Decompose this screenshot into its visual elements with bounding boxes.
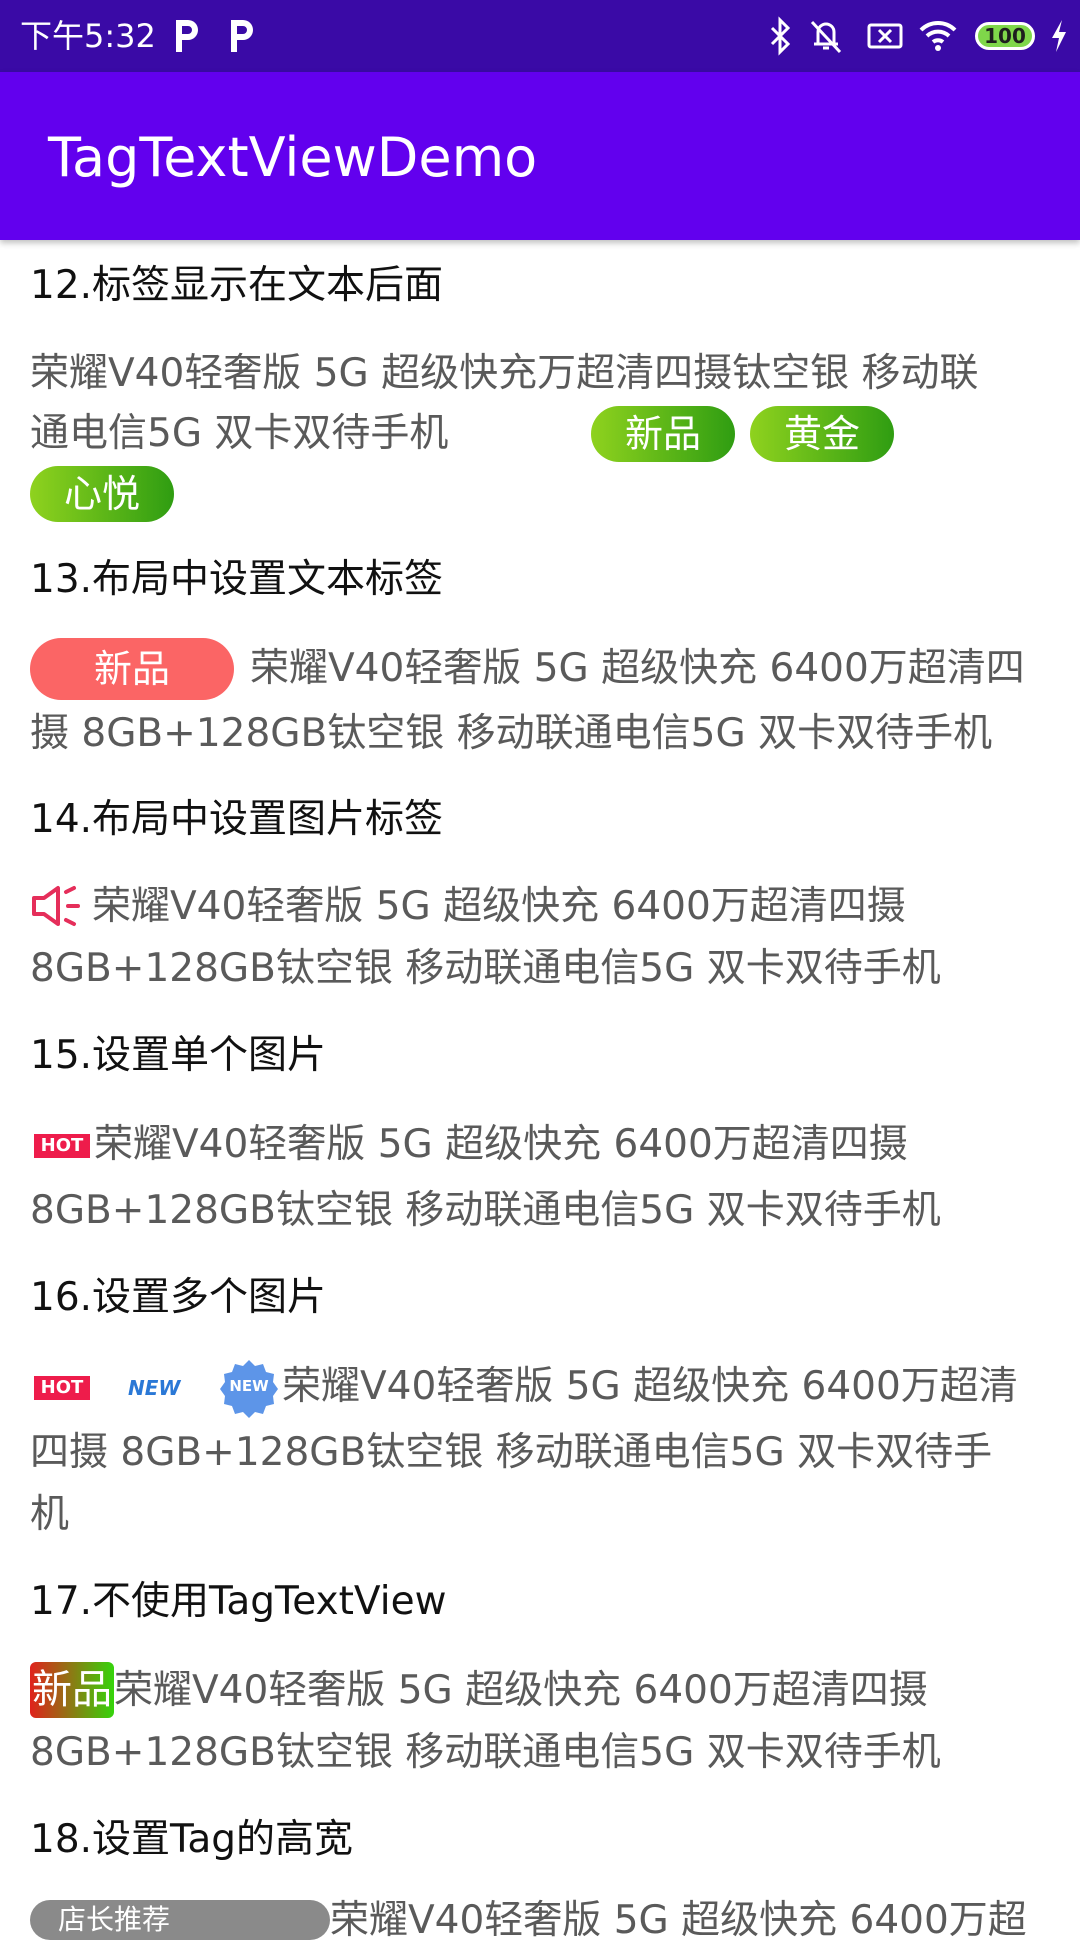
bluetooth-icon bbox=[770, 16, 791, 56]
tag-gold: 黄金 bbox=[750, 406, 894, 462]
section-15-text-line-2: 8GB+128GB钛空银 移动联通电信5G 双卡双待手机 bbox=[30, 1188, 941, 1233]
section-18-text-line-1: 荣耀V40轻奢版 5G 超级快充 6400万超 bbox=[330, 1898, 1027, 1943]
hot-icon: HOT bbox=[34, 1376, 90, 1400]
new-icon: NEW bbox=[128, 1376, 181, 1400]
status-bar: 下午5:32 100 bbox=[0, 0, 1080, 72]
section-14-heading: 14.布局中设置图片标签 bbox=[30, 797, 444, 842]
tag-xinyue: 心悦 bbox=[30, 466, 174, 522]
status-time: 下午5:32 bbox=[20, 17, 156, 55]
speaker-icon bbox=[32, 886, 80, 926]
tag-store-recommend: 店长推荐 bbox=[30, 1900, 330, 1940]
charging-icon bbox=[1052, 20, 1066, 52]
section-16-heading: 16.设置多个图片 bbox=[30, 1275, 327, 1320]
app-title: TagTextViewDemo bbox=[48, 126, 538, 189]
section-12-text-line-2: 通电信5G 双卡双待手机 bbox=[30, 411, 449, 456]
section-16-text-line-2: 四摄 8GB+128GB钛空银 移动联通电信5G 双卡双待手 bbox=[30, 1430, 993, 1475]
section-14-text-line-2: 8GB+128GB钛空银 移动联通电信5G 双卡双待手机 bbox=[30, 946, 941, 991]
section-14-text-line-1: 荣耀V40轻奢版 5G 超级快充 6400万超清四摄 bbox=[92, 884, 906, 929]
section-17-text-line-2: 8GB+128GB钛空银 移动联通电信5G 双卡双待手机 bbox=[30, 1730, 941, 1775]
hot-icon: HOT bbox=[34, 1134, 90, 1158]
section-12-heading: 12.标签显示在文本后面 bbox=[30, 263, 444, 308]
new-badge-icon: NEW bbox=[218, 1358, 280, 1420]
battery-icon: 100 bbox=[975, 22, 1035, 50]
section-18-heading: 18.设置Tag的高宽 bbox=[30, 1817, 354, 1862]
section-13-text-line-1: 荣耀V40轻奢版 5G 超级快充 6400万超清四 bbox=[250, 646, 1025, 691]
section-13-heading: 13.布局中设置文本标签 bbox=[30, 557, 444, 602]
section-13-text-line-2: 摄 8GB+128GB钛空银 移动联通电信5G 双卡双待手机 bbox=[30, 711, 993, 756]
section-15-heading: 15.设置单个图片 bbox=[30, 1033, 327, 1078]
section-17-text-line-1: 荣耀V40轻奢版 5G 超级快充 6400万超清四摄 bbox=[114, 1668, 928, 1713]
tag-new-red: 新品 bbox=[30, 638, 234, 700]
p-icon bbox=[231, 20, 253, 52]
section-12-text-line-1: 荣耀V40轻奢版 5G 超级快充万超清四摄钛空银 移动联 bbox=[30, 351, 979, 396]
new-badge-label: NEW bbox=[229, 1377, 269, 1395]
tag-new: 新品 bbox=[591, 406, 735, 462]
mute-icon bbox=[810, 20, 842, 54]
section-16-text-line-3: 机 bbox=[30, 1492, 70, 1537]
section-16-text-line-1: 荣耀V40轻奢版 5G 超级快充 6400万超清 bbox=[282, 1364, 1018, 1409]
section-17-heading: 17.不使用TagTextView bbox=[30, 1579, 447, 1624]
wifi-icon bbox=[919, 20, 957, 51]
p-icon bbox=[176, 20, 198, 52]
sim-off-icon bbox=[867, 23, 903, 49]
section-15-text-line-1: 荣耀V40轻奢版 5G 超级快充 6400万超清四摄 bbox=[94, 1122, 908, 1167]
tag-new-gradient: 新品 bbox=[30, 1662, 114, 1718]
app-bar: TagTextViewDemo bbox=[0, 72, 1080, 240]
